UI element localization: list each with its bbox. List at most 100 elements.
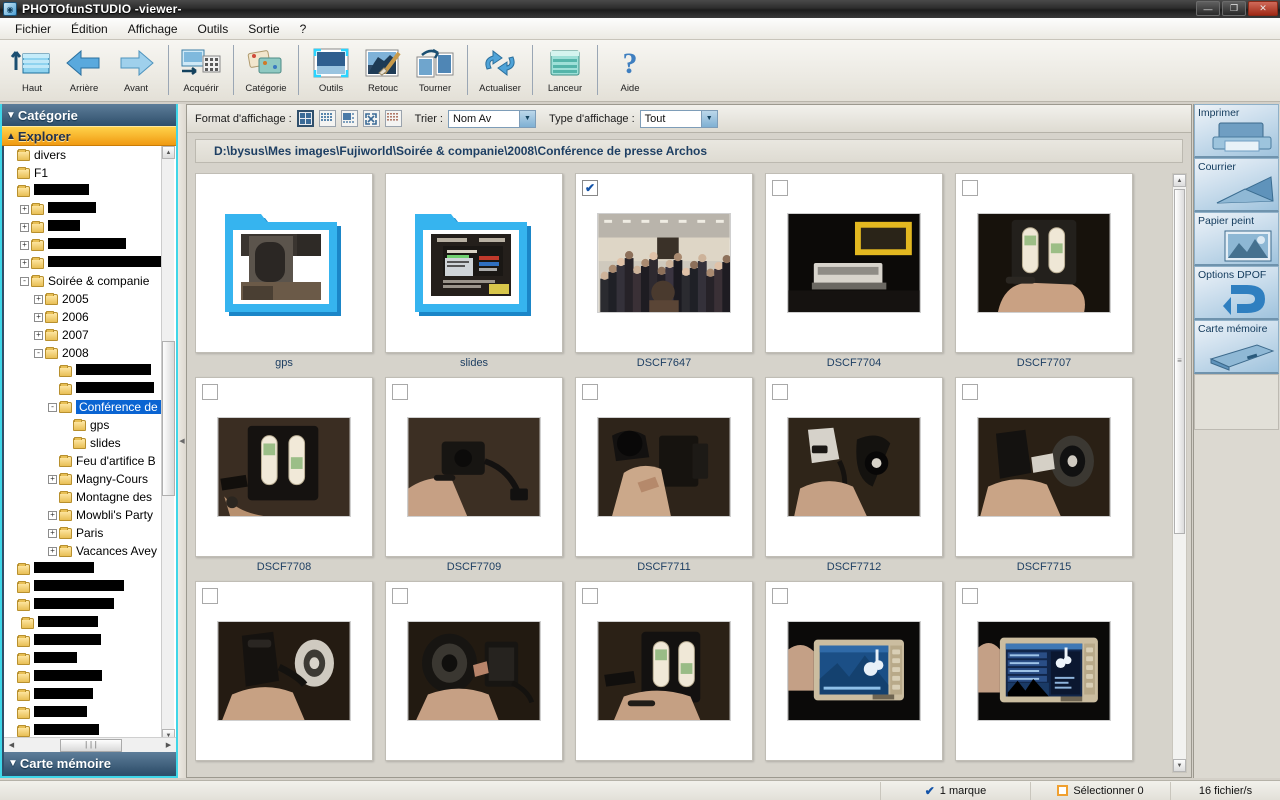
- scroll-right-arrow[interactable]: ▶: [161, 739, 176, 752]
- action-button-options-dpof[interactable]: Options DPOF: [1194, 266, 1279, 320]
- tree-item[interactable]: +2006: [4, 308, 176, 326]
- close-button[interactable]: ✕: [1248, 1, 1278, 16]
- view-fullscreen-icon[interactable]: [362, 110, 380, 127]
- folder-thumbnail[interactable]: [195, 173, 373, 353]
- tree-expand-icon[interactable]: +: [48, 510, 57, 520]
- thumbnail-cell[interactable]: DSCF7708: [195, 377, 373, 575]
- scroll-down-arrow[interactable]: ▼: [1173, 759, 1186, 772]
- tree-expand-icon[interactable]: +: [48, 546, 57, 556]
- tree-expand-icon[interactable]: +: [20, 258, 29, 268]
- tree-scroll-thumb[interactable]: [162, 341, 175, 496]
- thumbnail-checkbox-checked[interactable]: ✔: [582, 180, 598, 196]
- menu-item-affichage[interactable]: Affichage: [118, 20, 188, 38]
- menu-item-help[interactable]: ?: [290, 20, 317, 38]
- photo-thumbnail[interactable]: ✔: [575, 173, 753, 353]
- tree-item[interactable]: +: [4, 236, 176, 254]
- tree-expand-icon[interactable]: +: [20, 204, 29, 214]
- tree-item[interactable]: [4, 560, 176, 578]
- sidebar-footer-carte-memoire[interactable]: ▼ Carte mémoire: [4, 752, 176, 774]
- action-button-carte-memoire[interactable]: Carte mémoire: [1194, 320, 1279, 374]
- thumbnail-checkbox[interactable]: [772, 588, 788, 604]
- tree-horizontal-scrollbar[interactable]: ◀ ||| ▶: [4, 737, 176, 752]
- tree-vertical-scrollbar[interactable]: ▲ ▼: [161, 146, 175, 742]
- toolbar-button-haut[interactable]: Haut: [6, 43, 58, 99]
- toolbar-button-retouc[interactable]: Retouc: [357, 43, 409, 99]
- tree-item[interactable]: - Soirée & companie: [4, 272, 176, 290]
- tree-item[interactable]: +2005: [4, 290, 176, 308]
- tree-item[interactable]: + Paris: [4, 524, 176, 542]
- grid-scroll-thumb[interactable]: ≡: [1174, 189, 1185, 534]
- toolbar-button-actualiser[interactable]: Actualiser: [474, 43, 526, 99]
- photo-thumbnail[interactable]: [765, 377, 943, 557]
- thumbnail-cell[interactable]: DSCF7711: [575, 377, 753, 575]
- sidebar-subheader-explorer[interactable]: ▲ Explorer: [2, 126, 176, 146]
- tree-item[interactable]: divers: [4, 146, 176, 164]
- tree-item[interactable]: [4, 578, 176, 596]
- tree-expand-icon[interactable]: +: [34, 330, 43, 340]
- view-large-thumbs-icon[interactable]: [296, 110, 314, 127]
- tree-expand-icon[interactable]: +: [48, 528, 57, 538]
- tree-item[interactable]: [4, 362, 176, 380]
- tree-item[interactable]: slides: [4, 434, 176, 452]
- menu-item-edition[interactable]: Édition: [61, 20, 118, 38]
- thumbnail-cell[interactable]: DSCF7712: [765, 377, 943, 575]
- sort-combobox[interactable]: Nom Av ▼: [447, 109, 536, 128]
- action-button-papier-peint[interactable]: Papier peint: [1194, 212, 1279, 266]
- photo-thumbnail[interactable]: [575, 377, 753, 557]
- tree-item[interactable]: + Magny-Cours: [4, 470, 176, 488]
- tree-item[interactable]: +2007: [4, 326, 176, 344]
- thumbnail-cell[interactable]: [385, 581, 563, 773]
- photo-thumbnail[interactable]: [195, 377, 373, 557]
- photo-thumbnail[interactable]: [765, 581, 943, 761]
- thumbnail-checkbox[interactable]: [962, 180, 978, 196]
- sidebar-header-categorie[interactable]: ▼ Catégorie: [2, 104, 176, 126]
- tree-expand-icon[interactable]: +: [48, 474, 57, 484]
- thumbnail-cell[interactable]: [195, 581, 373, 773]
- thumbnail-cell[interactable]: DSCF7715: [955, 377, 1133, 575]
- photo-thumbnail[interactable]: [195, 581, 373, 761]
- menu-item-outils[interactable]: Outils: [188, 20, 239, 38]
- thumbnail-checkbox[interactable]: [962, 384, 978, 400]
- tree-item[interactable]: - 2008: [4, 344, 176, 362]
- folder-tree[interactable]: divers F1 + + + + - Soirée & companie +2005 +2006…: [4, 146, 176, 742]
- menu-item-sortie[interactable]: Sortie: [238, 20, 289, 38]
- tree-item[interactable]: [4, 704, 176, 722]
- tree-item[interactable]: Feu d'artifice B: [4, 452, 176, 470]
- display-type-combobox[interactable]: Tout ▼: [639, 109, 718, 128]
- thumbnail-checkbox[interactable]: [202, 588, 218, 604]
- tree-collapse-icon[interactable]: -: [20, 276, 29, 286]
- tree-collapse-icon[interactable]: -: [48, 402, 57, 412]
- photo-thumbnail[interactable]: [955, 581, 1133, 761]
- tree-item[interactable]: Montagne des: [4, 488, 176, 506]
- maximize-button[interactable]: ❐: [1222, 1, 1246, 16]
- toolbar-button-arriere[interactable]: Arrière: [58, 43, 110, 99]
- toolbar-button-avant[interactable]: Avant: [110, 43, 162, 99]
- chevron-down-icon[interactable]: ▼: [518, 110, 535, 127]
- action-button-imprimer[interactable]: Imprimer: [1194, 104, 1279, 158]
- view-small-grid-icon[interactable]: [318, 110, 336, 127]
- tree-item[interactable]: + Mowbli's Party: [4, 506, 176, 524]
- thumbnail-cell[interactable]: [765, 581, 943, 773]
- tree-item[interactable]: [4, 380, 176, 398]
- scroll-up-arrow[interactable]: ▲: [1173, 174, 1186, 187]
- thumbnail-checkbox[interactable]: [582, 588, 598, 604]
- tree-expand-icon[interactable]: +: [34, 294, 43, 304]
- thumbnail-cell[interactable]: DSCF7704: [765, 173, 943, 371]
- tree-item[interactable]: - Conférence de: [4, 398, 176, 416]
- grid-vertical-scrollbar[interactable]: ▲ ≡ ▼: [1172, 173, 1187, 773]
- photo-thumbnail[interactable]: [955, 173, 1133, 353]
- thumbnail-checkbox[interactable]: [582, 384, 598, 400]
- panel-splitter[interactable]: ◀: [178, 104, 186, 778]
- toolbar-button-acquerir[interactable]: Acquérir: [175, 43, 227, 99]
- thumbnail-cell[interactable]: DSCF7707: [955, 173, 1133, 371]
- thumbnail-cell[interactable]: [955, 581, 1133, 773]
- thumbnail-checkbox[interactable]: [202, 384, 218, 400]
- thumbnail-cell[interactable]: ✔ DSCF7647: [575, 173, 753, 371]
- menu-item-fichier[interactable]: Fichier: [5, 20, 61, 38]
- photo-thumbnail[interactable]: [955, 377, 1133, 557]
- folder-thumbnail[interactable]: [385, 173, 563, 353]
- tree-item[interactable]: F1: [4, 164, 176, 182]
- photo-thumbnail[interactable]: [575, 581, 753, 761]
- tree-item[interactable]: [4, 632, 176, 650]
- thumbnail-checkbox[interactable]: [772, 384, 788, 400]
